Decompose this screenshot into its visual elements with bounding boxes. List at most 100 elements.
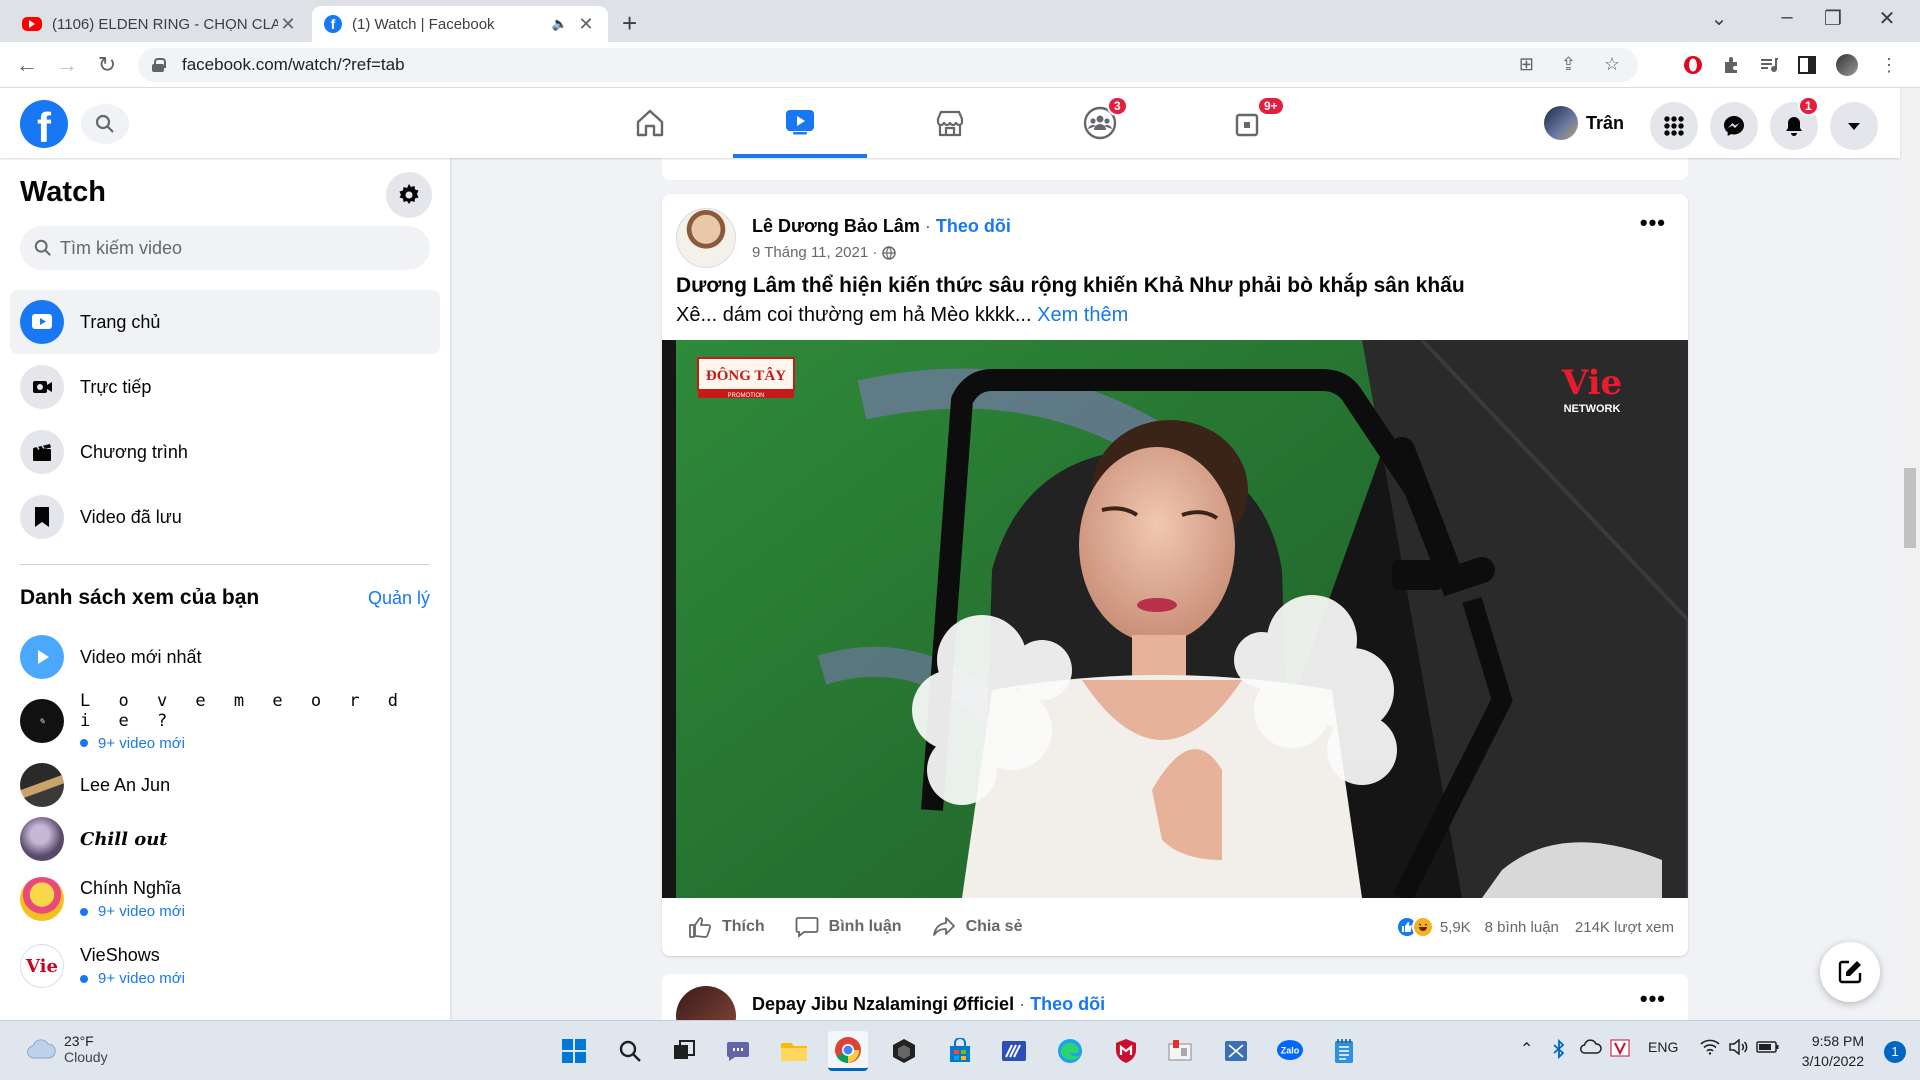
bookmark-star-icon[interactable]: ☆ <box>1604 54 1620 75</box>
nav-gaming[interactable]: 9+ <box>1183 88 1317 158</box>
sidebar-item-saved[interactable]: Video đã lưu <box>10 485 440 549</box>
ms-store-button[interactable] <box>940 1031 980 1071</box>
chrome-menu-icon[interactable]: ⋮ <box>1878 54 1900 76</box>
security-app-icon[interactable] <box>1610 1039 1630 1060</box>
profile-shortcut[interactable]: Trân <box>1538 103 1632 143</box>
video-player[interactable]: ĐÔNG TÂY PROMOTION Vie NETWORK <box>662 340 1688 898</box>
sidebar-item-home[interactable]: Trang chủ <box>10 290 440 354</box>
edge-button[interactable] <box>1050 1031 1090 1071</box>
math-app-button[interactable] <box>994 1031 1034 1071</box>
subscription-chill-out[interactable]: Chill out <box>20 810 440 868</box>
volume-icon[interactable] <box>1728 1038 1748 1058</box>
zalo-button[interactable]: Zalo <box>1270 1031 1310 1071</box>
subscription-vieshows[interactable]: Vie VieShows 9+ video mới <box>20 937 440 995</box>
page-scrollbar[interactable] <box>1900 88 1920 1020</box>
see-more-link[interactable]: Xem thêm <box>1037 304 1128 326</box>
close-tab-icon[interactable]: ✕ <box>278 14 298 35</box>
task-view-button[interactable] <box>664 1031 704 1071</box>
manage-link[interactable]: Quản lý <box>368 588 430 609</box>
app-button[interactable] <box>1160 1031 1200 1071</box>
menu-button[interactable] <box>1650 102 1698 150</box>
restore-button[interactable]: ❐ <box>1810 6 1856 31</box>
file-explorer-button[interactable] <box>774 1031 814 1071</box>
nav-watch[interactable] <box>733 88 867 158</box>
nav-marketplace[interactable] <box>883 88 1017 158</box>
like-button[interactable]: Thích <box>688 916 765 938</box>
taskbar-search-button[interactable] <box>610 1031 650 1071</box>
scrollbar-thumb[interactable] <box>1904 468 1916 548</box>
show-hidden-icons[interactable]: ⌃ <box>1520 1039 1533 1059</box>
messenger-button[interactable] <box>1710 102 1758 150</box>
translate-icon[interactable]: ⊞ <box>1519 54 1534 75</box>
speaker-icon[interactable]: 🔈 <box>552 16 568 32</box>
sidebar-item-shows[interactable]: Chương trình <box>10 420 440 484</box>
comment-button[interactable]: Bình luận <box>795 916 902 938</box>
close-window-button[interactable]: ✕ <box>1864 6 1910 31</box>
more-options-icon[interactable]: ••• <box>1640 986 1666 1012</box>
youtube-icon <box>22 17 42 31</box>
teams-chat-button[interactable] <box>718 1031 758 1071</box>
subscription-chinh-nghia[interactable]: Chính Nghĩa 9+ video mới <box>20 870 440 928</box>
video-watermark-left: ĐÔNG TÂY <box>706 367 786 384</box>
author-name[interactable]: Lê Dương Bảo Lâm <box>752 216 920 236</box>
sidebar-item-live[interactable]: Trực tiếp <box>10 355 440 419</box>
subscription-latest[interactable]: Video mới nhất <box>20 628 440 686</box>
author-avatar[interactable] <box>676 986 736 1020</box>
tab-youtube[interactable]: (1106) ELDEN RING - CHỌN CLA ✕ <box>10 6 310 42</box>
video-search-input[interactable]: Tìm kiếm video <box>20 226 430 270</box>
unity-button[interactable] <box>884 1031 924 1071</box>
reload-button[interactable]: ↻ <box>92 50 122 80</box>
post-date[interactable]: 9 Tháng 11, 2021 <box>752 244 868 261</box>
weather-widget[interactable]: 23°F Cloudy <box>26 1033 108 1065</box>
nav-home[interactable] <box>583 88 717 158</box>
subscription-lee-an-jun[interactable]: Lee An Jun <box>20 756 440 814</box>
new-message-button[interactable] <box>1820 942 1880 1002</box>
account-menu-button[interactable] <box>1830 102 1878 150</box>
sidebar-item-label: Trực tiếp <box>80 376 152 397</box>
minimize-button[interactable]: – <box>1764 6 1810 29</box>
opera-extension-icon[interactable] <box>1682 54 1704 76</box>
comment-count[interactable]: 8 bình luận <box>1485 919 1559 936</box>
follow-button[interactable]: Theo dõi <box>936 216 1011 236</box>
page-avatar: ✎ <box>20 699 64 743</box>
subscription-love-me-or-die[interactable]: ✎ L o v e m e o r d i e ? 9+ video mới <box>20 691 440 752</box>
onedrive-icon[interactable] <box>1580 1039 1602 1058</box>
more-options-icon[interactable]: ••• <box>1640 210 1666 236</box>
profile-avatar[interactable] <box>1836 54 1858 76</box>
view-count: 214K lượt xem <box>1574 918 1674 936</box>
settings-button[interactable] <box>386 172 432 218</box>
nav-groups[interactable]: 3 <box>1033 88 1167 158</box>
tab-facebook-watch[interactable]: f (1) Watch | Facebook 🔈 ✕ <box>312 6 608 42</box>
bluetooth-icon[interactable] <box>1552 1038 1566 1062</box>
sidebar-title: Watch <box>20 176 106 208</box>
wifi-icon[interactable] <box>1700 1039 1720 1058</box>
clock-time: 9:58 PM <box>1811 1033 1864 1049</box>
reaction-count[interactable]: 5,9K <box>1440 919 1471 936</box>
notification-count-badge[interactable]: 1 <box>1884 1041 1906 1063</box>
system-clock[interactable]: 9:58 PM 3/10/2022 <box>1802 1031 1864 1071</box>
forward-button[interactable]: → <box>52 50 82 80</box>
close-tab-icon[interactable]: ✕ <box>576 14 596 35</box>
media-control-icon[interactable] <box>1758 54 1780 76</box>
follow-button[interactable]: Theo dõi <box>1030 994 1105 1014</box>
input-language[interactable]: ENG <box>1648 1039 1678 1055</box>
start-button[interactable] <box>554 1031 594 1071</box>
notifications-button[interactable]: 1 <box>1770 96 1819 150</box>
search-button[interactable] <box>81 104 129 144</box>
author-name[interactable]: Depay Jibu Nzalamingi Øfficiel <box>752 994 1014 1014</box>
side-panel-icon[interactable] <box>1796 54 1818 76</box>
back-button[interactable]: ← <box>12 50 42 80</box>
facebook-logo[interactable]: f <box>20 100 68 148</box>
share-icon[interactable]: ⇪ <box>1561 54 1576 75</box>
url-field[interactable]: facebook.com/watch/?ref=tab ⊞ ⇪ ☆ <box>138 48 1638 82</box>
notepad-button[interactable] <box>1324 1031 1364 1071</box>
mcafee-button[interactable] <box>1106 1031 1146 1071</box>
new-tab-button[interactable]: + <box>622 8 637 39</box>
share-button[interactable]: Chia sẻ <box>932 916 1022 938</box>
extensions-icon[interactable] <box>1720 54 1742 76</box>
tab-search-icon[interactable]: ⌄ <box>1696 6 1742 31</box>
author-avatar[interactable] <box>676 208 736 268</box>
chrome-taskbar-button[interactable] <box>828 1031 868 1071</box>
battery-icon[interactable] <box>1756 1039 1780 1058</box>
snipping-tool-button[interactable] <box>1216 1031 1256 1071</box>
